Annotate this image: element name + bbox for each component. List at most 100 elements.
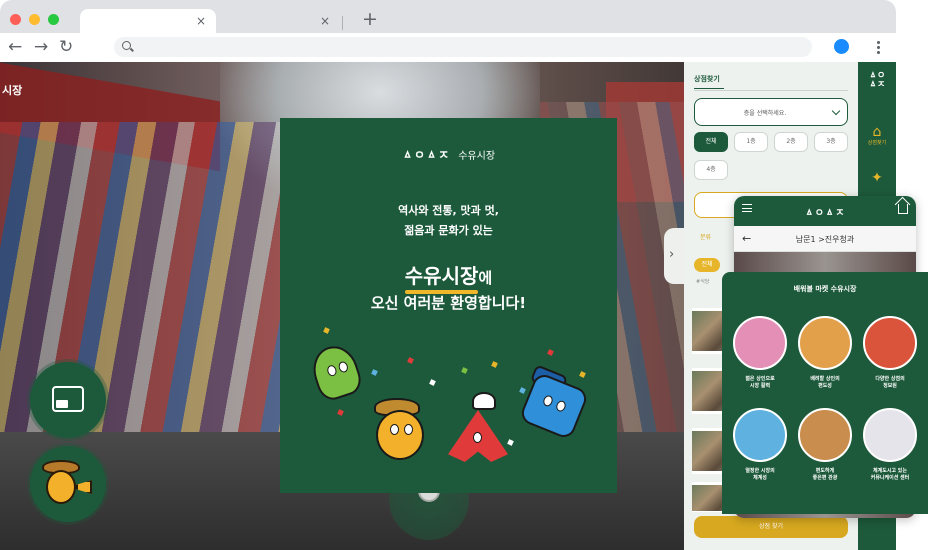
mascot-eye (337, 360, 350, 374)
window-minimize-dot[interactable] (29, 14, 40, 25)
reload-button[interactable]: ↻ (59, 37, 73, 57)
megaphone-icon (76, 480, 92, 494)
shop-find-button[interactable]: 상점 찾기 (694, 516, 848, 538)
mascot-icon (46, 470, 76, 504)
feature-illustration (733, 316, 787, 370)
confetti (461, 367, 468, 374)
feature-item[interactable]: 열정한 시장의 체계성 (732, 408, 788, 482)
close-icon[interactable]: × (196, 14, 206, 28)
address-bar[interactable] (114, 37, 812, 57)
confetti (323, 327, 330, 334)
logo-name: 수유시장 (458, 151, 496, 162)
phone-header: ㅿㅇㅿㅈ (734, 196, 916, 226)
floor-button-4[interactable]: 4층 (694, 160, 728, 180)
welcome-message: 오신 여러분 환영합니다! (370, 294, 527, 312)
mascot-eye (390, 424, 399, 435)
feature-label: 다양한 상점의 정보원 (875, 376, 905, 389)
confetti (547, 349, 554, 356)
close-icon[interactable]: × (320, 14, 330, 28)
feature-item[interactable]: 젊은 상인으로 시장 활력 (732, 316, 788, 390)
feature-illustration (863, 316, 917, 370)
profile-icon[interactable] (834, 39, 849, 54)
screen-toggle-button[interactable] (30, 362, 106, 438)
tagline-2: 젊음과 문화가 있는 (404, 224, 493, 237)
confetti (519, 387, 526, 394)
feature-label: 편도하게 좋은편 관광 (812, 468, 838, 481)
mascot-guide-button[interactable] (30, 446, 106, 522)
brand-suffix: 에 (478, 269, 493, 287)
new-tab-button[interactable]: + (362, 9, 378, 29)
confetti (579, 371, 586, 378)
map-icon: ✦ (871, 170, 883, 186)
chevron-right-icon: › (669, 247, 675, 262)
divider (694, 90, 848, 91)
category-pill-all[interactable]: 전체 (694, 258, 720, 272)
shop-sign-text: 시장 (2, 84, 23, 97)
confetti (337, 409, 344, 416)
mascot-eye (554, 399, 568, 413)
floor-button-all[interactable]: 전체 (694, 132, 728, 152)
blue-mascot (518, 371, 590, 441)
rail-logo: ㅿㅇ ㅿㅈ (868, 71, 886, 90)
feature-label: 열정한 시장의 체계성 (745, 468, 775, 481)
phone-nav-bar: ← 남문1 >진우청과 (734, 226, 916, 252)
home-icon[interactable] (898, 204, 908, 214)
overlay-title: 배워볼 마켓 수유시장 (793, 285, 857, 293)
browser-toolbar: ← → ↻ (0, 33, 896, 62)
tab-category[interactable]: 분류 (700, 232, 711, 241)
feature-label: 배려할 상인의 편도성 (810, 376, 840, 389)
floor-select-placeholder: 층을 선택하세요. (743, 110, 787, 117)
mascot-eye (541, 394, 555, 408)
leaf-mascot (307, 340, 365, 404)
search-icon (122, 41, 131, 50)
kebab-menu-icon[interactable] (877, 40, 880, 54)
brand-name: 수유시장 (404, 264, 479, 288)
window-close-dot[interactable] (10, 14, 21, 25)
browser-chrome: × × + ← → ↻ (0, 0, 896, 62)
browser-tab-inactive[interactable]: × (222, 9, 340, 35)
rail-item-shop-finder[interactable]: ⌂ 상점찾기 (858, 124, 896, 147)
feature-item[interactable]: 다양한 상점의 정보원 (862, 316, 918, 390)
category-chip[interactable]: #식당 (696, 278, 709, 285)
welcome-logo: ㅿㅇㅿㅈ 수유시장 (280, 144, 617, 163)
mascot-eye (325, 364, 338, 378)
feature-overlay-card: 배워볼 마켓 수유시장 젊은 상인으로 시장 활력 배려할 상인의 편도성 다양… (722, 272, 928, 514)
welcome-card: ㅿㅇㅿㅈ 수유시장 역사와 전통, 맛과 멋, 젊음과 문화가 있는 수유시장에… (280, 118, 617, 493)
forward-button[interactable]: → (34, 37, 48, 57)
confetti (429, 379, 436, 386)
window-maximize-dot[interactable] (48, 14, 59, 25)
browser-tab-active[interactable]: × (80, 9, 216, 35)
floor-select[interactable]: 층을 선택하세요. (694, 98, 848, 126)
feature-illustration (798, 316, 852, 370)
panel-collapse-handle[interactable]: › (664, 228, 684, 284)
store-icon: ⌂ (872, 124, 882, 140)
feature-item[interactable]: 체계도시고 있는 커뮤니케이션 센터 (862, 408, 918, 482)
confetti (491, 361, 498, 368)
feature-label: 체계도시고 있는 커뮤니케이션 센터 (870, 468, 910, 481)
confetti (371, 369, 378, 376)
rail-item-label: 상점찾기 (867, 140, 887, 146)
rail-item-map[interactable]: ✦ (858, 170, 896, 186)
feature-illustration (798, 408, 852, 462)
feature-item[interactable]: 편도하게 좋은편 관광 (797, 408, 853, 482)
confetti (407, 357, 414, 364)
coin-mascot (376, 410, 424, 460)
feature-item[interactable]: 배려할 상인의 편도성 (797, 316, 853, 390)
feature-illustration (863, 408, 917, 462)
tab-separator (342, 16, 343, 30)
monitor-icon (52, 386, 84, 412)
feature-label: 젊은 상인으로 시장 활력 (745, 376, 775, 389)
floor-button-2[interactable]: 2층 (774, 132, 808, 152)
back-button[interactable]: ← (8, 37, 22, 57)
tagline-1: 역사와 전통, 맛과 멋, (398, 204, 499, 217)
brand-line: 수유시장에 (280, 260, 617, 289)
mascot-eye (404, 424, 413, 435)
phone-page-title: 남문1 >진우청과 (795, 235, 855, 244)
floor-button-3[interactable]: 3층 (814, 132, 848, 152)
tab-shop-finder[interactable]: 상점찾기 (694, 74, 724, 89)
chef-mascot (448, 410, 508, 462)
confetti (507, 439, 514, 446)
feature-illustration (733, 408, 787, 462)
phone-logo: ㅿㅇㅿㅈ (804, 208, 846, 219)
floor-button-1[interactable]: 1층 (734, 132, 768, 152)
